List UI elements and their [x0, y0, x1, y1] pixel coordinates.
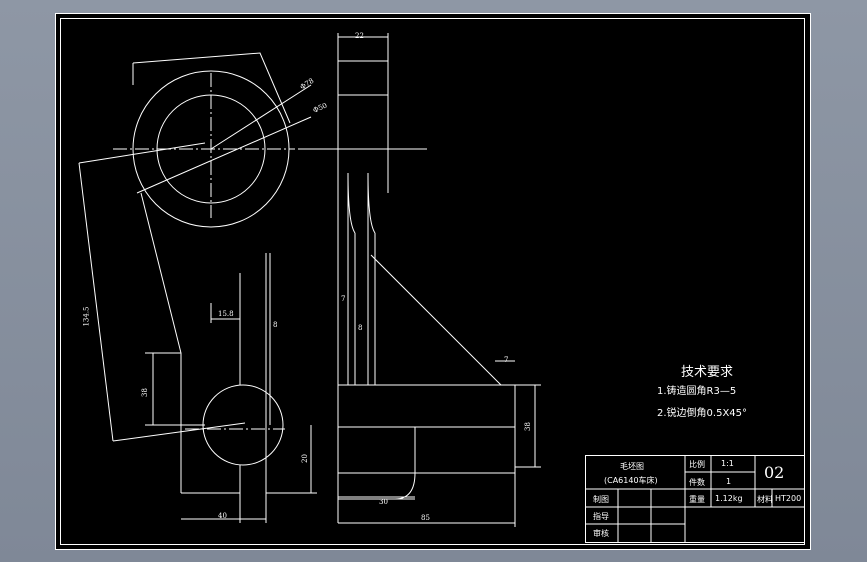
guide-label: 指导: [593, 512, 609, 521]
drawing-name: 毛坯图: [620, 462, 644, 471]
drawn-label: 制图: [593, 495, 609, 504]
dim-bottom-85: 85: [421, 514, 430, 522]
material-value: HT200: [775, 494, 802, 503]
tech-requirements-title: 技术要求: [681, 365, 734, 380]
dim-bottom-40: 40: [218, 512, 227, 520]
machine-name: (CA6140车床): [604, 476, 658, 485]
dim-slant-length: 134.5: [82, 306, 91, 327]
tech-req-item-2: 2.锐边倒角0.5X45°: [657, 408, 748, 419]
qty-label: 件数: [689, 478, 705, 487]
weight-value: 1.12kg: [715, 494, 743, 503]
right-view: [298, 33, 541, 527]
dim-boss-height: 38: [140, 388, 149, 397]
drawing-number: 02: [764, 463, 785, 482]
dim-web-7: 7: [341, 295, 346, 303]
dim-top-width: 22: [355, 32, 364, 40]
drawing-sheet: .dim{position:absolute;color:#fff;font-f…: [55, 13, 811, 550]
material-label: 材料: [757, 495, 773, 504]
dim-hub-height: 38: [523, 422, 532, 431]
dim-bottom-30: 30: [379, 498, 388, 506]
tech-req-item-1: 1.铸造圆角R3—5: [657, 386, 737, 397]
dim-offset-15-8: 15.8: [218, 310, 234, 318]
scale-value: 1:1: [721, 459, 734, 468]
weight-label: 重量: [689, 495, 705, 504]
dim-web-8-left: 8: [273, 321, 278, 329]
cad-viewport[interactable]: .dim{position:absolute;color:#fff;font-f…: [0, 0, 867, 562]
dim-bottom-20: 20: [300, 454, 309, 463]
scale-label: 比例: [689, 460, 705, 469]
dim-rib-7: 7: [504, 356, 509, 364]
dim-web-8-right: 8: [358, 324, 363, 332]
qty-value: 1: [726, 477, 732, 486]
review-label: 审核: [593, 529, 609, 538]
left-view: [78, 52, 317, 523]
